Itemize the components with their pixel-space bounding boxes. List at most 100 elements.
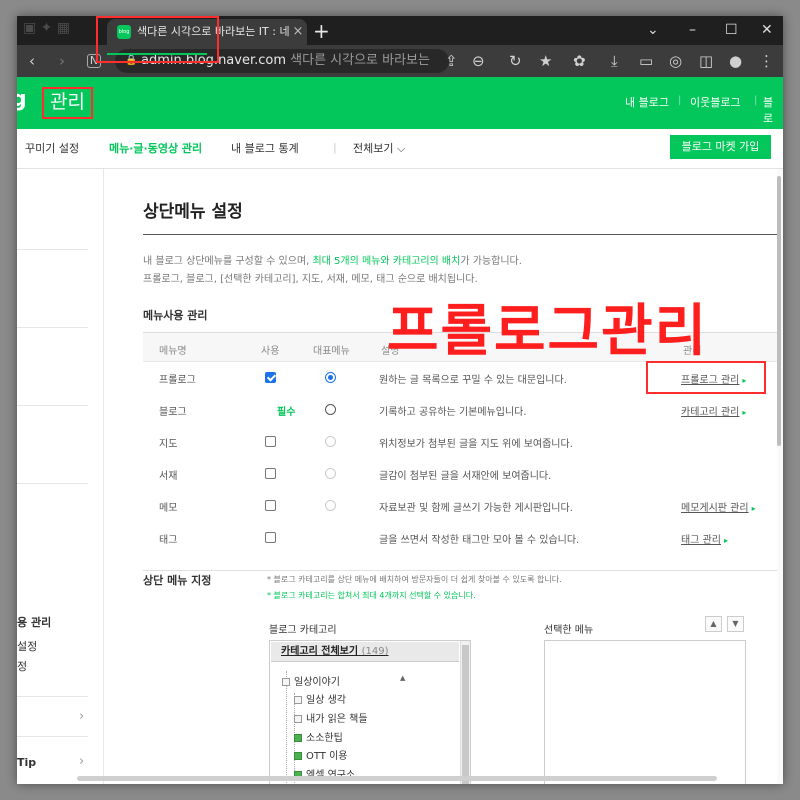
category-all-header[interactable]: 카테고리 전체보기 (149) xyxy=(271,642,459,662)
maximize-icon[interactable]: ☐ xyxy=(725,18,738,42)
zoom-icon[interactable]: ⊖ xyxy=(472,50,485,72)
rep-menu-radio xyxy=(325,500,336,511)
col-menu-name: 메뉴명 xyxy=(159,346,187,357)
tree-item[interactable]: 소소한팁 xyxy=(294,729,343,744)
tree-item[interactable]: 일상이야기 xyxy=(282,673,340,688)
desc-text: 가 가능합니다. xyxy=(460,256,522,267)
move-down-button[interactable]: ▼ xyxy=(727,616,744,632)
cast-icon[interactable]: ▭ xyxy=(639,50,653,72)
sidebar-item-extra[interactable]: 정 xyxy=(17,658,27,674)
menu-icon[interactable]: ⋮ xyxy=(759,50,774,72)
use-checkbox[interactable] xyxy=(265,532,276,543)
tab-search-icon[interactable]: ⌄ xyxy=(647,18,659,42)
blog-market-join-button[interactable]: 블로그 마켓 가입 xyxy=(670,135,771,159)
blog-category-label: 블로그 카테고리 xyxy=(269,625,337,636)
share-icon[interactable]: ⇪ xyxy=(445,50,458,72)
menu-desc: 자료보관 및 함께 글쓰기 가능한 게시판입니다. xyxy=(379,503,573,514)
profile-avatar-icon[interactable]: ● xyxy=(729,50,742,72)
tree-item[interactable]: OTT 이용 xyxy=(294,747,348,762)
rep-menu-radio xyxy=(325,468,336,479)
back-icon[interactable]: ‹ xyxy=(29,50,35,72)
note-2: * 블로그 카테고리는 합쳐서 최대 4개까지 선택할 수 있습니다. xyxy=(267,591,476,600)
sidebar-item-menu-manage[interactable]: 용 관리 xyxy=(17,614,51,630)
chevron-right-icon[interactable]: › xyxy=(79,754,84,769)
sidebar-item-settings[interactable]: 설정 xyxy=(17,638,37,654)
divider xyxy=(17,696,88,697)
left-sidebar: 용 관리 설정 정 › Tip › xyxy=(17,169,104,784)
background-tabs: ▣ ✦ ▦ xyxy=(23,20,71,36)
tree-item[interactable]: 일상 생각 xyxy=(294,691,346,706)
minimize-icon[interactable]: – xyxy=(689,18,696,42)
screenshot-icon[interactable]: ◎ xyxy=(669,50,682,72)
section-title-assign: 상단 메뉴 지정 xyxy=(143,574,212,587)
divider xyxy=(17,483,88,484)
move-up-button[interactable]: ▲ xyxy=(705,616,722,632)
download-icon[interactable]: ⤓ xyxy=(611,50,618,72)
use-checkbox[interactable] xyxy=(265,468,276,479)
sidepanel-icon[interactable]: ◫ xyxy=(699,50,713,72)
nav-blog[interactable]: 블로 xyxy=(763,94,783,126)
link-text: 카테고리 관리 xyxy=(681,407,740,418)
tree-item-label: 소소한팁 xyxy=(306,733,343,744)
sidebar-item-tip[interactable]: Tip xyxy=(17,756,36,769)
horizontal-scrollbar[interactable] xyxy=(77,776,717,781)
tree-item[interactable]: 내가 읽은 책들 xyxy=(294,710,368,725)
rep-menu-radio[interactable] xyxy=(325,404,336,415)
title-rule xyxy=(143,234,783,235)
use-checkbox[interactable] xyxy=(265,372,276,383)
bookmark-star-icon[interactable]: ★ xyxy=(539,50,552,72)
extensions-icon[interactable]: ✿ xyxy=(573,50,586,72)
tree-item-label: 일상이야기 xyxy=(294,677,340,688)
collapse-icon[interactable]: ▲ xyxy=(400,674,405,682)
image-page-icon xyxy=(294,734,302,742)
admin-subnav: 꾸미기 설정 메뉴·글·동영상 관리 내 블로그 통계 | 전체보기 ⌵ 블로그… xyxy=(17,129,783,169)
menu-name: 서재 xyxy=(159,471,178,482)
menu-name: 메모 xyxy=(159,503,178,514)
nav-separator: | xyxy=(754,95,758,106)
col-rep-menu: 대표메뉴 xyxy=(313,346,350,357)
category-tree[interactable]: 카테고리 전체보기 (149) 일상이야기 ▲ 일상 생각 내가 읽은 책들 소… xyxy=(269,640,471,784)
menu-desc: 원하는 글 목록으로 꾸밀 수 있는 대문입니다. xyxy=(379,375,567,386)
divider xyxy=(17,405,88,406)
rep-menu-radio[interactable] xyxy=(325,372,336,383)
close-tab-icon[interactable]: × xyxy=(291,19,305,45)
description-line-1: 내 블로그 상단메뉴를 구성할 수 있으며, 최대 5개의 메뉴와 카테고리의 … xyxy=(143,252,522,267)
menu-name: 태그 xyxy=(159,535,178,546)
memo-board-manage-link[interactable]: 메모게시판 관리 ▸ xyxy=(681,499,756,514)
table-row: 블로그 필수 기록하고 공유하는 기본메뉴입니다. 카테고리 관리 ▸ xyxy=(143,394,783,426)
page-title: 상단메뉴 설정 xyxy=(143,202,243,222)
tag-manage-link[interactable]: 태그 관리 ▸ xyxy=(681,531,728,546)
category-manage-link[interactable]: 카테고리 관리 ▸ xyxy=(681,403,746,418)
nav-separator: | xyxy=(678,95,682,106)
close-window-icon[interactable]: ✕ xyxy=(761,18,773,42)
selected-menu-list[interactable] xyxy=(544,640,746,784)
tab-decorate[interactable]: 꾸미기 설정 xyxy=(25,140,79,156)
use-checkbox[interactable] xyxy=(265,500,276,511)
menu-desc: 기록하고 공유하는 기본메뉴입니다. xyxy=(379,407,527,418)
tab-menu-post-video[interactable]: 메뉴·글·동영상 관리 xyxy=(109,140,202,156)
nav-neighbor-blog[interactable]: 이웃블로그 xyxy=(690,94,741,110)
use-checkbox[interactable] xyxy=(265,436,276,447)
tab-statistics[interactable]: 내 블로그 통계 xyxy=(231,140,299,156)
annotation-text: 프롤로그관리 xyxy=(387,299,709,364)
menu-desc: 글을 쓰면서 작성한 태그만 모아 볼 수 있습니다. xyxy=(379,535,580,546)
page-scroll-thumb[interactable] xyxy=(777,176,781,446)
admin-title[interactable]: 관리 xyxy=(42,87,93,119)
menu-desc: 위치정보가 첨부된 글을 지도 위에 보여줍니다. xyxy=(379,439,573,450)
chevron-right-icon[interactable]: › xyxy=(79,709,84,724)
arrow-right-icon: ▸ xyxy=(751,504,756,513)
divider xyxy=(17,327,88,328)
reload-icon[interactable]: ↻ xyxy=(509,50,522,72)
blog-logo[interactable]: g xyxy=(17,87,27,112)
selected-menu-label: 선택한 메뉴 xyxy=(544,625,594,636)
forward-icon[interactable]: › xyxy=(59,50,65,72)
new-tab-button[interactable]: + xyxy=(313,19,330,43)
page-icon xyxy=(294,715,302,723)
tree-scroll-thumb[interactable] xyxy=(462,645,469,784)
tab-view-all[interactable]: 전체보기 ⌵ xyxy=(353,140,405,156)
subnav-separator: | xyxy=(333,141,337,154)
menu-desc: 글감이 첨부된 글을 서재안에 보여줍니다. xyxy=(379,471,552,482)
table-bottom-rule xyxy=(143,570,783,571)
nav-my-blog[interactable]: 내 블로그 xyxy=(625,94,669,110)
highlight-box-subnav xyxy=(96,16,219,63)
